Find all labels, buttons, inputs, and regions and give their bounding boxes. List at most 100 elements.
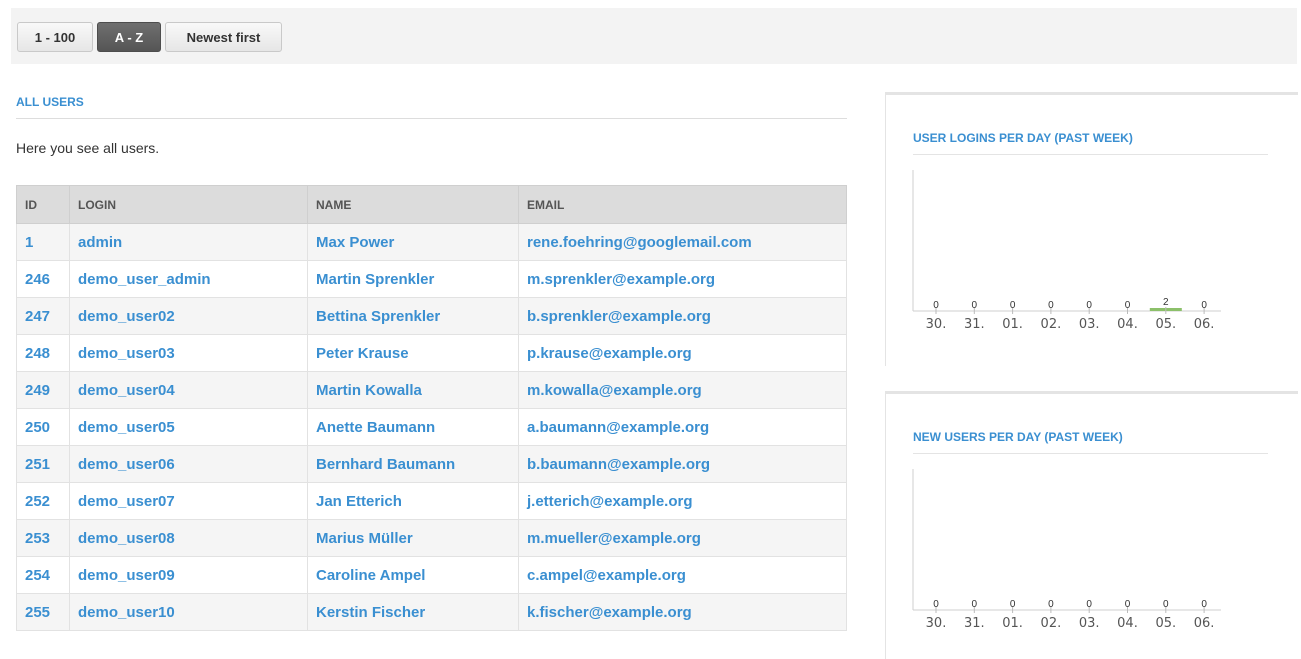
cell-login[interactable]: demo_user05 [69, 408, 308, 446]
cell-email[interactable]: b.sprenkler@example.org [518, 297, 847, 335]
cell-login[interactable]: demo_user04 [69, 371, 308, 409]
table-row[interactable]: 254 demo_user09 Caroline Ampel c.ampel@exam… [16, 556, 847, 594]
cell-login[interactable]: demo_user10 [69, 593, 308, 631]
table-row[interactable]: 255 demo_user10 Kerstin Fischer k.fischer@e… [16, 593, 847, 631]
chart-data-label: 0 [1201, 300, 1207, 311]
chart-data-label: 0 [972, 599, 978, 610]
chart-tick-label: 05. [1155, 317, 1176, 332]
cell-id[interactable]: 249 [16, 371, 70, 409]
table-row[interactable]: 248 demo_user03 Peter Krause p.krause@examp… [16, 334, 847, 372]
cell-id[interactable]: 248 [16, 334, 70, 372]
chart-tick-label: 01. [1002, 616, 1023, 631]
cell-id[interactable]: 253 [16, 519, 70, 557]
cell-name[interactable]: Martin Sprenkler [307, 260, 519, 298]
cell-email[interactable]: m.mueller@example.org [518, 519, 847, 557]
cell-name[interactable]: Max Power [307, 223, 519, 261]
cell-name[interactable]: Kerstin Fischer [307, 593, 519, 631]
table-row[interactable]: 251 demo_user06 Bernhard Baumann b.baumann@… [16, 445, 847, 483]
cell-id[interactable]: 246 [16, 260, 70, 298]
chart-tick-label: 02. [1041, 317, 1062, 332]
chart-tick-label: 03. [1079, 317, 1100, 332]
cell-login[interactable]: admin [69, 223, 308, 261]
cell-name[interactable]: Martin Kowalla [307, 371, 519, 409]
new-users-chart-panel: NEW USERS PER DAY (PAST WEEK) 0 30. 0 31. 0 0… [885, 391, 1298, 659]
cell-email[interactable]: p.krause@example.org [518, 334, 847, 372]
cell-name[interactable]: Caroline Ampel [307, 556, 519, 594]
cell-id[interactable]: 250 [16, 408, 70, 446]
cell-login[interactable]: demo_user07 [69, 482, 308, 520]
chart-tick-label: 03. [1079, 616, 1100, 631]
column-header-id[interactable]: ID [16, 185, 70, 224]
cell-email[interactable]: a.baumann@example.org [518, 408, 847, 446]
cell-name[interactable]: Bernhard Baumann [307, 445, 519, 483]
chart-tick-label: 31. [964, 317, 985, 332]
table-header-row: ID LOGIN NAME EMAIL [16, 185, 847, 224]
chart-data-label: 0 [972, 300, 978, 311]
cell-email[interactable]: m.sprenkler@example.org [518, 260, 847, 298]
cell-login[interactable]: demo_user02 [69, 297, 308, 335]
chart-data-label: 0 [1163, 599, 1169, 610]
chart-data-label: 0 [1048, 599, 1054, 610]
cell-login[interactable]: demo_user_admin [69, 260, 308, 298]
all-users-heading: ALL USERS [16, 95, 847, 119]
users-section: ALL USERS Here you see all users. ID LOG… [16, 95, 847, 631]
users-table: ID LOGIN NAME EMAIL 1 admin Max Power rene.… [16, 185, 847, 631]
chart-data-label: 0 [1010, 599, 1016, 610]
newest-first-button[interactable]: Newest first [165, 22, 282, 52]
cell-login[interactable]: demo_user06 [69, 445, 308, 483]
table-row[interactable]: 253 demo_user08 Marius Müller m.mueller@exa… [16, 519, 847, 557]
cell-login[interactable]: demo_user03 [69, 334, 308, 372]
table-row[interactable]: 247 demo_user02 Bettina Sprenkler b.sprenkl… [16, 297, 847, 335]
cell-login[interactable]: demo_user08 [69, 519, 308, 557]
column-header-login[interactable]: LOGIN [69, 185, 308, 224]
chart-data-label: 0 [1010, 300, 1016, 311]
cell-email[interactable]: j.etterich@example.org [518, 482, 847, 520]
logins-chart-panel: USER LOGINS PER DAY (PAST WEEK) 0 30. 0 31.… [885, 92, 1298, 366]
column-header-name[interactable]: NAME [307, 185, 519, 224]
chart-data-label: 0 [1086, 599, 1092, 610]
chart-tick-label: 06. [1194, 317, 1215, 332]
cell-id[interactable]: 251 [16, 445, 70, 483]
sort-a-z-button[interactable]: A - Z [97, 22, 161, 52]
cell-id[interactable]: 247 [16, 297, 70, 335]
cell-login[interactable]: demo_user09 [69, 556, 308, 594]
new-users-chart: 0 30. 0 31. 0 01. 0 02. 0 03. 0 04. 0 05. 0 06. [912, 469, 1221, 631]
cell-id[interactable]: 255 [16, 593, 70, 631]
table-row[interactable]: 249 demo_user04 Martin Kowalla m.kowalla@ex… [16, 371, 847, 409]
chart-tick-label: 01. [1002, 317, 1023, 332]
chart-tick-label: 06. [1194, 616, 1215, 631]
cell-email[interactable]: rene.foehring@googlemail.com [518, 223, 847, 261]
cell-name[interactable]: Marius Müller [307, 519, 519, 557]
chart-tick-label: 02. [1041, 616, 1062, 631]
chart-data-label: 0 [933, 300, 939, 311]
cell-name[interactable]: Bettina Sprenkler [307, 297, 519, 335]
column-header-email[interactable]: EMAIL [518, 185, 847, 224]
cell-name[interactable]: Peter Krause [307, 334, 519, 372]
cell-id[interactable]: 254 [16, 556, 70, 594]
chart-data-label: 2 [1163, 297, 1169, 308]
chart-data-label: 0 [933, 599, 939, 610]
range-1-100-button[interactable]: 1 - 100 [17, 22, 93, 52]
cell-id[interactable]: 1 [16, 223, 70, 261]
cell-email[interactable]: b.baumann@example.org [518, 445, 847, 483]
chart-tick-label: 30. [926, 317, 947, 332]
cell-id[interactable]: 252 [16, 482, 70, 520]
cell-name[interactable]: Anette Baumann [307, 408, 519, 446]
chart-data-label: 0 [1048, 300, 1054, 311]
chart-data-label: 0 [1201, 599, 1207, 610]
cell-email[interactable]: c.ampel@example.org [518, 556, 847, 594]
cell-email[interactable]: k.fischer@example.org [518, 593, 847, 631]
chart-tick-label: 04. [1117, 616, 1138, 631]
table-row[interactable]: 250 demo_user05 Anette Baumann a.baumann@ex… [16, 408, 847, 446]
cell-name[interactable]: Jan Etterich [307, 482, 519, 520]
chart-tick-label: 04. [1117, 317, 1138, 332]
users-description: Here you see all users. [16, 140, 160, 156]
table-row[interactable]: 246 demo_user_admin Martin Sprenkler m.spre… [16, 260, 847, 298]
logins-chart: 0 30. 0 31. 0 01. 0 02. 0 03. 0 04. 2 05. 0 06. [912, 170, 1221, 332]
chart-data-label: 0 [1125, 300, 1131, 311]
table-row[interactable]: 1 admin Max Power rene.foehring@googlemail.… [16, 223, 847, 261]
toolbar: 1 - 100 A - Z Newest first [11, 8, 1297, 64]
chart-tick-label: 30. [926, 616, 947, 631]
table-row[interactable]: 252 demo_user07 Jan Etterich j.etterich@exa… [16, 482, 847, 520]
cell-email[interactable]: m.kowalla@example.org [518, 371, 847, 409]
